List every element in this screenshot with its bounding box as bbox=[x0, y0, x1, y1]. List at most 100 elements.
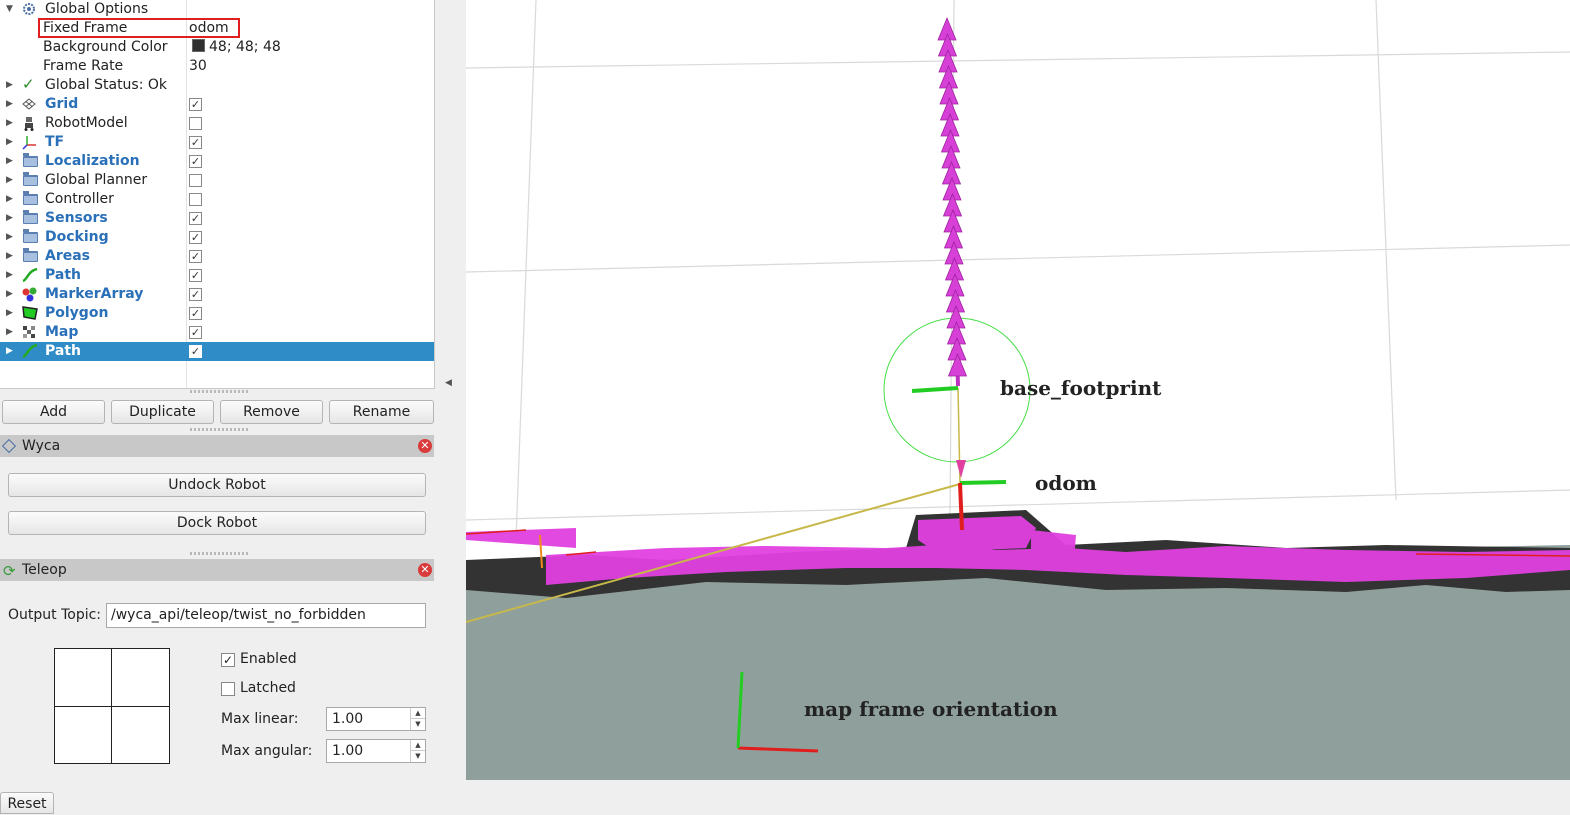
tree-row-polygon[interactable]: ▶ Polygon ✓ bbox=[0, 304, 434, 323]
expand-arrow-icon[interactable]: ▶ bbox=[6, 114, 13, 133]
tree-row-global-planner[interactable]: ▶ Global Planner bbox=[0, 171, 434, 190]
tree-row-areas[interactable]: ▶ Areas ✓ bbox=[0, 247, 434, 266]
tree-row-background-color[interactable]: Background Color 48; 48; 48 bbox=[0, 38, 434, 57]
display-label: Grid bbox=[45, 96, 79, 112]
axes-icon bbox=[22, 135, 38, 150]
folder-icon bbox=[23, 153, 38, 167]
duplicate-button[interactable]: Duplicate bbox=[111, 400, 214, 424]
close-icon[interactable]: ✕ bbox=[418, 563, 432, 577]
undock-robot-button[interactable]: Undock Robot bbox=[8, 473, 426, 497]
wyca-panel-header[interactable]: Wyca ✕ bbox=[0, 435, 434, 457]
tree-row-tf[interactable]: ▶ TF ✓ bbox=[0, 133, 434, 152]
display-label: TF bbox=[45, 134, 65, 150]
tree-row-markerarray[interactable]: ▶ MarkerArray ✓ bbox=[0, 285, 434, 304]
output-topic-input[interactable]: /wyca_api/teleop/twist_no_forbidden bbox=[106, 603, 426, 628]
enabled-label: Enabled bbox=[240, 651, 297, 667]
folder-icon bbox=[23, 210, 38, 224]
display-enabled-checkbox[interactable]: ✓ bbox=[189, 307, 202, 320]
max-angular-label: Max angular: bbox=[221, 743, 313, 759]
reset-button[interactable]: Reset bbox=[0, 792, 54, 814]
expand-arrow-icon[interactable]: ▶ bbox=[6, 171, 13, 190]
tree-row-path[interactable]: ▶ Path ✓ bbox=[0, 342, 434, 361]
spin-down-icon[interactable]: ▼ bbox=[410, 750, 425, 762]
expand-arrow-icon[interactable]: ▶ bbox=[6, 190, 13, 209]
splitter-handle[interactable] bbox=[190, 390, 250, 393]
expand-arrow-icon[interactable]: ▶ bbox=[6, 323, 13, 342]
max-angular-spinbox[interactable]: 1.00 ▲ ▼ bbox=[326, 739, 426, 763]
display-enabled-checkbox[interactable]: ✓ bbox=[189, 231, 202, 244]
pose-arrows bbox=[937, 16, 968, 387]
display-enabled-checkbox[interactable] bbox=[189, 193, 202, 206]
color-swatch-icon[interactable] bbox=[192, 38, 205, 57]
display-enabled-checkbox[interactable]: ✓ bbox=[189, 326, 202, 339]
display-enabled-checkbox[interactable]: ✓ bbox=[189, 269, 202, 282]
display-enabled-checkbox[interactable]: ✓ bbox=[189, 345, 202, 358]
collapse-panel-arrow-icon[interactable]: ◀ bbox=[445, 378, 452, 388]
tree-row-controller[interactable]: ▶ Controller bbox=[0, 190, 434, 209]
display-label: Path bbox=[45, 343, 81, 359]
frame-rate-value[interactable]: 30 bbox=[189, 57, 207, 76]
folder-icon bbox=[23, 248, 38, 262]
output-topic-label: Output Topic: bbox=[8, 607, 102, 623]
expand-arrow-icon[interactable]: ▶ bbox=[6, 304, 13, 323]
tree-row-path[interactable]: ▶ Path ✓ bbox=[0, 266, 434, 285]
display-enabled-checkbox[interactable]: ✓ bbox=[189, 250, 202, 263]
display-label: Localization bbox=[45, 153, 140, 169]
display-enabled-checkbox[interactable]: ✓ bbox=[189, 288, 202, 301]
splitter-handle[interactable] bbox=[190, 552, 250, 555]
expand-arrow-icon[interactable]: ▶ bbox=[6, 209, 13, 228]
display-enabled-checkbox[interactable] bbox=[189, 174, 202, 187]
latched-checkbox[interactable] bbox=[221, 682, 235, 696]
expand-arrow-icon[interactable]: ▶ bbox=[6, 342, 13, 361]
expand-arrow-icon[interactable]: ▼ bbox=[6, 0, 13, 19]
checkmark-icon: ✓ bbox=[22, 75, 35, 93]
polygon-icon bbox=[22, 306, 38, 321]
spin-down-icon[interactable]: ▼ bbox=[410, 718, 425, 730]
background-color-value[interactable]: 48; 48; 48 bbox=[209, 38, 281, 57]
tree-row-docking[interactable]: ▶ Docking ✓ bbox=[0, 228, 434, 247]
expand-arrow-icon[interactable]: ▶ bbox=[6, 285, 13, 304]
display-enabled-checkbox[interactable]: ✓ bbox=[189, 98, 202, 111]
tree-row-grid[interactable]: ▶ Grid ✓ bbox=[0, 95, 434, 114]
splitter-handle[interactable] bbox=[190, 428, 250, 431]
tree-row-localization[interactable]: ▶ Localization ✓ bbox=[0, 152, 434, 171]
display-enabled-checkbox[interactable]: ✓ bbox=[189, 155, 202, 168]
teleop-panel-header[interactable]: ⟳ Teleop ✕ bbox=[0, 559, 434, 581]
folder-icon bbox=[23, 172, 38, 186]
expand-arrow-icon[interactable]: ▶ bbox=[6, 95, 13, 114]
refresh-icon: ⟳ bbox=[3, 562, 16, 580]
expand-arrow-icon[interactable]: ▶ bbox=[6, 228, 13, 247]
diamond-icon bbox=[1, 438, 17, 454]
teleop-touchpad[interactable] bbox=[54, 648, 170, 764]
map-icon bbox=[22, 325, 38, 340]
max-linear-spinbox[interactable]: 1.00 ▲ ▼ bbox=[326, 707, 426, 731]
expand-arrow-icon[interactable]: ▶ bbox=[6, 152, 13, 171]
add-button[interactable]: Add bbox=[2, 400, 105, 424]
expand-arrow-icon[interactable]: ▶ bbox=[6, 266, 13, 285]
rename-button[interactable]: Rename bbox=[329, 400, 434, 424]
close-icon[interactable]: ✕ bbox=[418, 439, 432, 453]
teleop-panel-title: Teleop bbox=[22, 562, 67, 578]
tree-row-global-status[interactable]: ▶ ✓ Global Status: Ok bbox=[0, 75, 434, 95]
display-enabled-checkbox[interactable]: ✓ bbox=[189, 212, 202, 225]
expand-arrow-icon[interactable]: ▶ bbox=[6, 76, 13, 95]
remove-button[interactable]: Remove bbox=[220, 400, 323, 424]
display-enabled-checkbox[interactable] bbox=[189, 117, 202, 130]
tree-row-frame-rate[interactable]: Frame Rate 30 bbox=[0, 57, 434, 76]
expand-arrow-icon[interactable]: ▶ bbox=[6, 247, 13, 266]
enabled-checkbox[interactable]: ✓ bbox=[221, 653, 235, 667]
expand-arrow-icon[interactable]: ▶ bbox=[6, 133, 13, 152]
latched-label: Latched bbox=[240, 680, 296, 696]
path-icon bbox=[22, 343, 38, 359]
3d-viewport[interactable]: base_footprint odom map frame orientatio… bbox=[466, 0, 1570, 780]
max-angular-value: 1.00 bbox=[332, 743, 364, 759]
display-label: Global Planner bbox=[45, 172, 148, 188]
global-options-label: Global Options bbox=[45, 1, 149, 17]
dock-robot-button[interactable]: Dock Robot bbox=[8, 511, 426, 535]
tree-row-robotmodel[interactable]: ▶ RobotModel bbox=[0, 114, 434, 133]
tree-row-map[interactable]: ▶ Map ✓ bbox=[0, 323, 434, 342]
display-enabled-checkbox[interactable]: ✓ bbox=[189, 136, 202, 149]
tree-row-global-options[interactable]: ▼ Global Options bbox=[0, 0, 434, 19]
folder-icon bbox=[23, 229, 38, 243]
tree-row-sensors[interactable]: ▶ Sensors ✓ bbox=[0, 209, 434, 228]
